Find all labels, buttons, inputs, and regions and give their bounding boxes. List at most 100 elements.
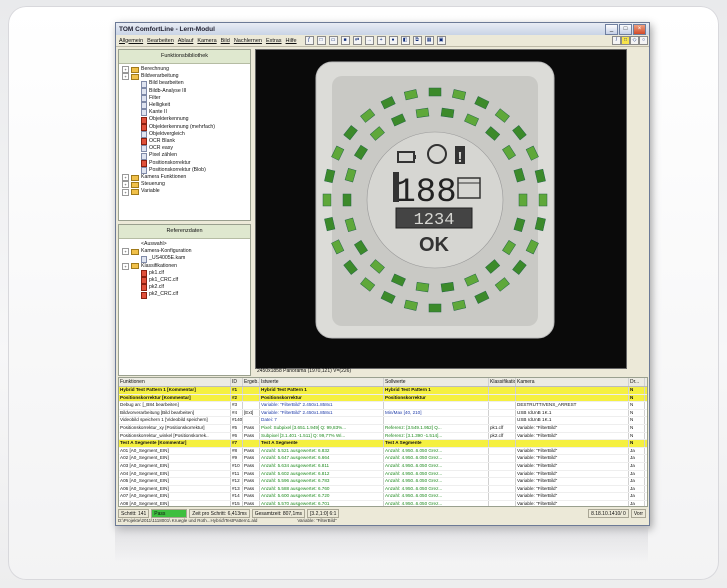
table-row[interactable]: A05 [A0_Segment_EIN] #12 Pass Anzahl: 5.596…: [119, 478, 647, 486]
function-icon[interactable]: ƒ: [304, 36, 314, 45]
menu-item[interactable]: Nachlernen: [234, 38, 262, 44]
menu-item[interactable]: Allgemein: [119, 38, 143, 44]
tree-item[interactable]: Objekterkennung: [122, 116, 247, 124]
expand-icon[interactable]: +: [122, 262, 129, 270]
menu-item[interactable]: Kamera: [197, 38, 216, 44]
camera-image-view[interactable]: ! 188 1234 OK: [255, 49, 627, 369]
table-cell: Test A Segmente: [384, 440, 489, 447]
table-cell: [489, 500, 516, 506]
tree-item[interactable]: + Variable: [122, 188, 247, 196]
table-row[interactable]: A08 [A0_Segment_EIN] #15 Pass Anzahl: 5.570…: [119, 500, 647, 506]
table-row[interactable]: A04 [A0_Segment_EIN] #11 Pass Anzahl: 5.602…: [119, 470, 647, 479]
table-row[interactable]: Debug an: [_B84 bearbeiten] #3 Variable: "…: [119, 402, 647, 410]
expand-icon[interactable]: +: [122, 73, 129, 81]
tree-item[interactable]: pk2_CRC.clf: [122, 291, 247, 299]
table-row[interactable]: Hybrid Test Pattern 1 [Kommentar] #1 Hybri…: [119, 387, 647, 395]
tree-item[interactable]: + Berechnung: [122, 66, 247, 74]
tree-item[interactable]: OCR easy: [122, 145, 247, 153]
table-cell: Pass: [243, 462, 260, 470]
polygon-tool-icon[interactable]: ◇: [630, 36, 639, 45]
table-row[interactable]: Bildvorverarbeitung [Bild bearbeiten] #4[…: [119, 409, 647, 418]
save-icon[interactable]: ■: [340, 36, 350, 45]
tree-item[interactable]: <Auswahl>: [122, 241, 247, 248]
tree-item[interactable]: Objekterkennung (mehrfach): [122, 124, 247, 131]
maximize-button[interactable]: □: [619, 23, 632, 35]
table-cell: Ja: [629, 455, 645, 462]
table-cell: N: [629, 417, 645, 424]
table-row[interactable]: A06 [A0_Segment_EIN] #13 Pass Anzahl: 5.588…: [119, 485, 647, 494]
table-cell: #3: [231, 402, 243, 409]
arrow-right-icon[interactable]: →: [364, 36, 374, 45]
tree-item[interactable]: pk1_CRC.clf: [122, 277, 247, 285]
display-segment: [342, 193, 352, 207]
tree-item[interactable]: Bildb-Analyse III: [122, 88, 247, 95]
column-header[interactable]: Ergeb...: [243, 378, 260, 386]
version-readout: 8.18.10.1410/ 0: [588, 509, 629, 518]
menu-item[interactable]: Bearbeiten: [147, 38, 174, 44]
tree-item[interactable]: + Bildverarbeitung: [122, 73, 247, 81]
tree-item[interactable]: OCR Blank: [122, 138, 247, 146]
tree-item[interactable]: + Kamera Funktionen: [122, 174, 247, 182]
table-row[interactable]: A03 [A0_Segment_EIN] #10 Pass Anzahl: 5.634…: [119, 462, 647, 471]
tree-item[interactable]: pk1.clf: [122, 270, 247, 277]
camera-icon[interactable]: ◧: [400, 36, 410, 45]
column-header[interactable]: ID: [231, 378, 243, 386]
tree-item[interactable]: Positionskorrektur: [122, 160, 247, 167]
tree-item[interactable]: + Steuerung: [122, 181, 247, 189]
table-cell: Min/Max [40, 210]: [384, 409, 489, 417]
table-cell: Ja: [629, 462, 645, 470]
expand-icon[interactable]: +: [122, 181, 129, 189]
tree-item[interactable]: Kante II: [122, 109, 247, 117]
add-icon[interactable]: +: [376, 36, 386, 45]
expand-icon[interactable]: +: [122, 66, 129, 74]
run-icon[interactable]: ●: [388, 36, 398, 45]
grid-icon[interactable]: ▦: [424, 36, 434, 45]
tree-item[interactable]: Positionskorrektur (Blob): [122, 167, 247, 174]
close-button[interactable]: ×: [633, 23, 646, 35]
tree-item[interactable]: + Klassifikationen: [122, 263, 247, 270]
menu-item[interactable]: Extras: [266, 38, 282, 44]
table-row[interactable]: Positionskorrektur [Kommentar] #2 Position…: [119, 394, 647, 403]
table-cell: A02 [A0_Segment_EIN]: [119, 455, 231, 462]
column-header[interactable]: Dr...: [629, 378, 645, 386]
expand-icon[interactable]: +: [122, 174, 129, 182]
column-header[interactable]: Istwerte: [260, 378, 384, 386]
menu-item[interactable]: Hilfe: [286, 38, 297, 44]
table-cell: Anzahl: 5.634 ausgewertet: 6.811: [260, 462, 384, 470]
tree-item[interactable]: Objektvergleich: [122, 131, 247, 138]
rectangle-tool-icon[interactable]: □: [621, 36, 630, 45]
tree-item[interactable]: Bild bearbeiten: [122, 80, 247, 88]
column-header[interactable]: Funktionen: [119, 378, 231, 386]
table-row[interactable]: A07 [A0_Segment_EIN] #14 Pass Anzahl: 5.600…: [119, 493, 647, 501]
copy-icon[interactable]: ⧉: [412, 36, 422, 45]
settings-icon[interactable]: ▣: [436, 36, 446, 45]
new-file-icon[interactable]: □: [316, 36, 326, 45]
ellipse-tool-icon[interactable]: ○: [639, 36, 648, 45]
table-row[interactable]: Positionskorrektur_xy [Positionskorrektu…: [119, 424, 647, 433]
step-icon[interactable]: ⇄: [352, 36, 362, 45]
tree-item[interactable]: Filter: [122, 95, 247, 102]
menu-item[interactable]: Bild: [221, 38, 230, 44]
table-row[interactable]: Positionskorrektur_winkel [Positionskorr…: [119, 432, 647, 441]
column-header[interactable]: Klassifikatio: [489, 378, 516, 386]
line-tool-icon[interactable]: /: [612, 36, 621, 45]
column-header[interactable]: Sollwerte: [384, 378, 489, 386]
table-cell: Variable: "FilterBild" 2.450x1.858x1: [260, 409, 384, 417]
table-row[interactable]: A01 [A0_Segment_EIN] #8 Pass Anzahl: 5.521 …: [119, 447, 647, 456]
minimize-button[interactable]: _: [605, 23, 618, 35]
tree-item-label: Helligkeit: [149, 102, 171, 109]
menu-item[interactable]: Ablauf: [178, 38, 194, 44]
open-folder-icon[interactable]: ▭: [328, 36, 338, 45]
tree-item[interactable]: + Kamera-Konfiguration: [122, 248, 247, 256]
expand-icon[interactable]: +: [122, 188, 129, 196]
tree-item[interactable]: pk2.clf: [122, 284, 247, 292]
table-cell: Anzahl: 5.570 ausgewertet: 6.701: [260, 500, 384, 506]
table-row[interactable]: Videobild speichern 1 [Videobild speiche…: [119, 417, 647, 425]
expand-icon[interactable]: +: [122, 248, 129, 256]
column-header[interactable]: Kamera: [516, 378, 629, 386]
tree-item[interactable]: Helligkeit: [122, 102, 247, 110]
tree-item[interactable]: _US4005E.kam: [122, 255, 247, 263]
tree-item[interactable]: Pixel zählen: [122, 152, 247, 160]
table-row[interactable]: Test A Segmente [Kommentar] #7 Test A Segm…: [119, 440, 647, 448]
table-row[interactable]: A02 [A0_Segment_EIN] #9 Pass Anzahl: 5.647 …: [119, 455, 647, 463]
